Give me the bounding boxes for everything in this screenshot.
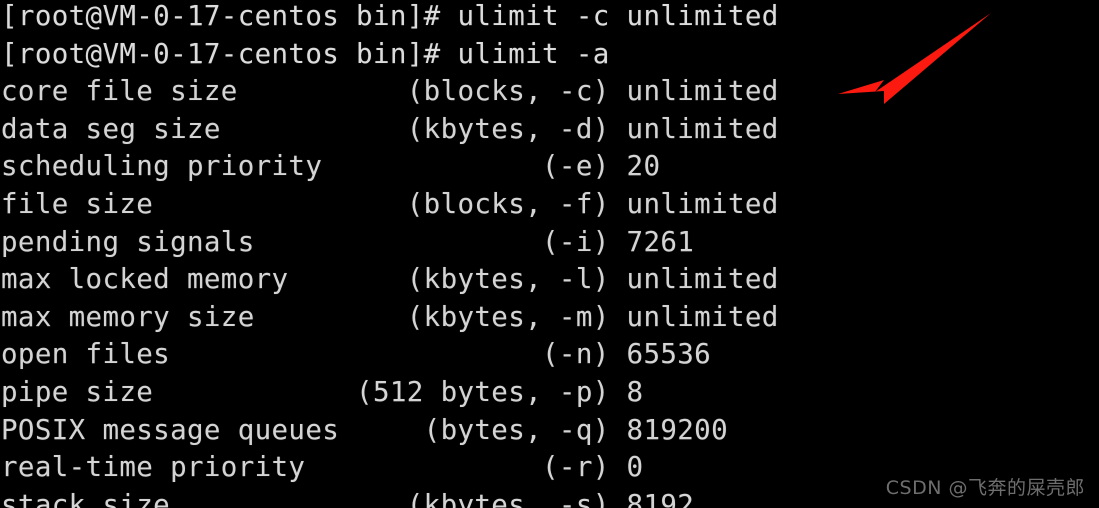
- terminal-line-6: file size (blocks, -f) unlimited: [1, 188, 779, 220]
- terminal-line-7: pending signals (-i) 7261: [1, 225, 695, 258]
- terminal-line-10: open files (-n) 65536: [1, 338, 712, 371]
- terminal-line-12: POSIX message queues (bytes, -q) 819200: [1, 413, 728, 446]
- csdn-watermark: CSDN @飞奔的屎壳郎: [885, 477, 1085, 499]
- terminal-line-14: stack size (kbytes, -s) 8192: [1, 488, 695, 508]
- terminal-line-5: scheduling priority (-e) 20: [1, 150, 661, 183]
- terminal-window[interactable]: [root@VM-0-17-centos bin]# ulimit -c unl…: [0, 0, 1099, 508]
- terminal-line-2: [root@VM-0-17-centos bin]# ulimit -a: [1, 37, 610, 70]
- terminal-line-4: data seg size (kbytes, -d) unlimited: [1, 112, 779, 145]
- terminal-line-9: max memory size (kbytes, -m) unlimited: [1, 300, 779, 333]
- terminal-line-1: [root@VM-0-17-centos bin]# ulimit -c unl…: [1, 0, 779, 32]
- terminal-line-8: max locked memory (kbytes, -l) unlimited: [1, 263, 779, 296]
- terminal-line-13: real-time priority (-r) 0: [1, 451, 644, 484]
- terminal-line-3: core file size (blocks, -c) unlimited: [1, 75, 779, 108]
- terminal-line-11: pipe size (512 bytes, -p) 8: [1, 376, 644, 408]
